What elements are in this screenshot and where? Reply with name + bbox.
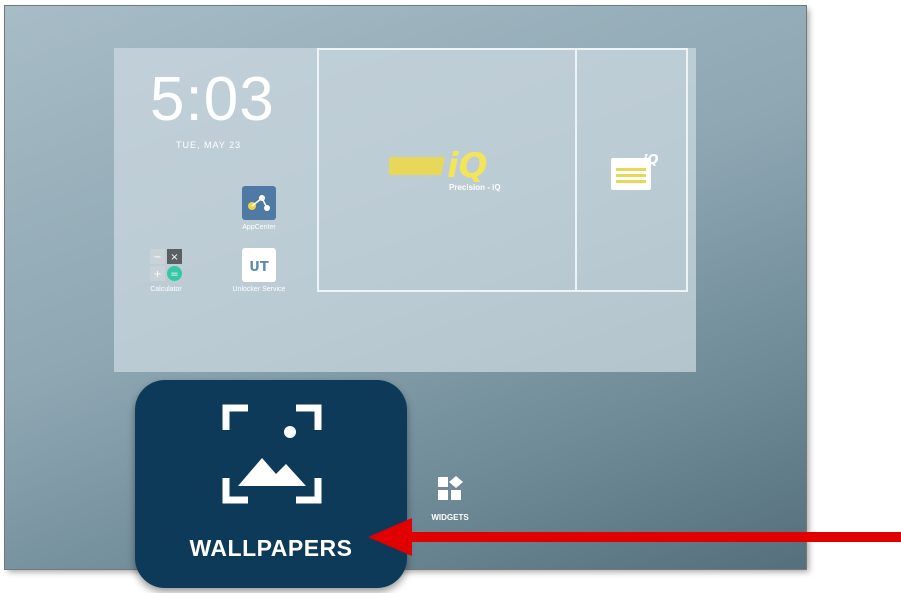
annotation-arrow-icon xyxy=(368,518,901,556)
iq-card-icon: iQ xyxy=(611,153,659,190)
svg-text:iQ: iQ xyxy=(447,146,488,185)
wallpapers-button[interactable]: WALLPAPERS xyxy=(135,380,407,588)
unlocker-icon: UT xyxy=(242,248,276,282)
widget-area[interactable]: iQ Precision - iQ iQ xyxy=(317,48,688,292)
clock-date: TUE, MAY 23 xyxy=(176,140,242,150)
precision-iq-label: Precision - iQ xyxy=(449,183,501,192)
wallpapers-label: WALLPAPERS xyxy=(189,535,353,561)
svg-text:iQ: iQ xyxy=(643,153,659,168)
app-calculator[interactable]: − × + = Calculator xyxy=(126,248,206,293)
svg-text:×: × xyxy=(170,252,178,263)
svg-text:=: = xyxy=(170,269,178,280)
precision-iq-logo-icon: iQ xyxy=(389,146,488,185)
image-frame-icon xyxy=(222,404,322,504)
app-unlocker-service[interactable]: UT Unlocker Service xyxy=(219,248,299,293)
home-preview[interactable]: 5:03 TUE, MAY 23 AppCenter − × + = Calcu… xyxy=(114,48,696,372)
app-appcenter[interactable]: AppCenter xyxy=(219,186,299,231)
svg-text:+: + xyxy=(153,269,161,280)
widgets-button[interactable]: WIDGETS xyxy=(425,476,475,522)
app-label: Unlocker Service xyxy=(232,286,286,293)
app-label: Calculator xyxy=(150,286,182,293)
widget-divider xyxy=(575,50,577,290)
svg-text:−: − xyxy=(153,252,161,263)
app-label: AppCenter xyxy=(242,224,276,231)
app-center-icon xyxy=(242,186,276,220)
clock-time: 5:03 xyxy=(150,65,275,134)
svg-text:UT: UT xyxy=(249,260,269,275)
calculator-icon: − × + = xyxy=(149,248,183,282)
widgets-grid-icon xyxy=(438,476,463,500)
